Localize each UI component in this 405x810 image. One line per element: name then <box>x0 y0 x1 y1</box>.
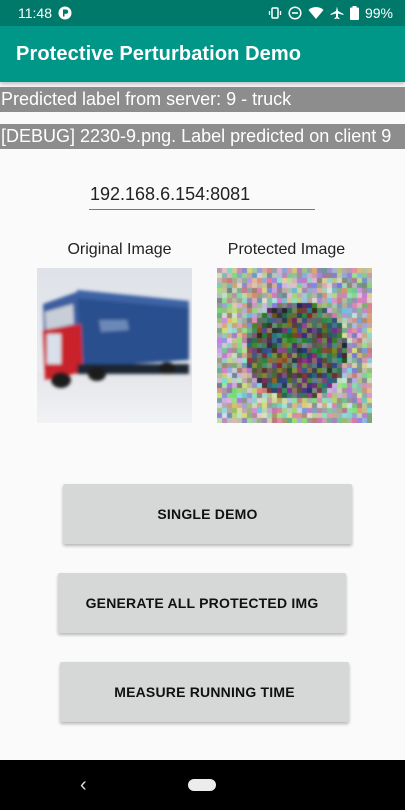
generate-all-protected-button[interactable]: GENERATE ALL PROTECTED IMG <box>58 573 346 633</box>
battery-percent: 99% <box>364 5 393 21</box>
navigation-bar: ‹ <box>0 760 405 810</box>
vibrate-icon <box>268 7 282 19</box>
original-image <box>37 268 192 423</box>
server-result-bar: Predicted label from server: 9 - truck <box>0 87 405 112</box>
single-demo-button[interactable]: SINGLE DEMO <box>63 484 352 544</box>
status-time: 11:48 <box>18 5 52 21</box>
wifi-icon <box>308 7 324 20</box>
airplane-icon <box>330 6 344 20</box>
server-address-input[interactable] <box>89 180 315 210</box>
status-bar: 11:48 99% <box>0 0 405 26</box>
app-notification-icon <box>58 6 72 20</box>
protected-image-caption: Protected Image <box>227 241 346 258</box>
debug-result-text: [DEBUG] 2230-9.png. Label predicted on c… <box>1 126 392 146</box>
app-title: Protective Perturbation Demo <box>16 42 302 65</box>
measure-running-time-button[interactable]: MEASURE RUNNING TIME <box>60 662 349 722</box>
app-bar: Protective Perturbation Demo <box>0 26 405 82</box>
server-result-text: Predicted label from server: 9 - truck <box>1 89 292 109</box>
back-icon[interactable]: ‹ <box>80 774 87 797</box>
protected-image <box>217 268 372 423</box>
status-left: 11:48 <box>18 5 72 21</box>
debug-result-bar: [DEBUG] 2230-9.png. Label predicted on c… <box>0 124 405 149</box>
original-image-caption: Original Image <box>67 241 172 258</box>
battery-icon <box>349 6 359 20</box>
home-pill-icon[interactable] <box>188 779 216 791</box>
status-right: 99% <box>268 5 393 21</box>
do-not-disturb-icon <box>288 6 302 20</box>
